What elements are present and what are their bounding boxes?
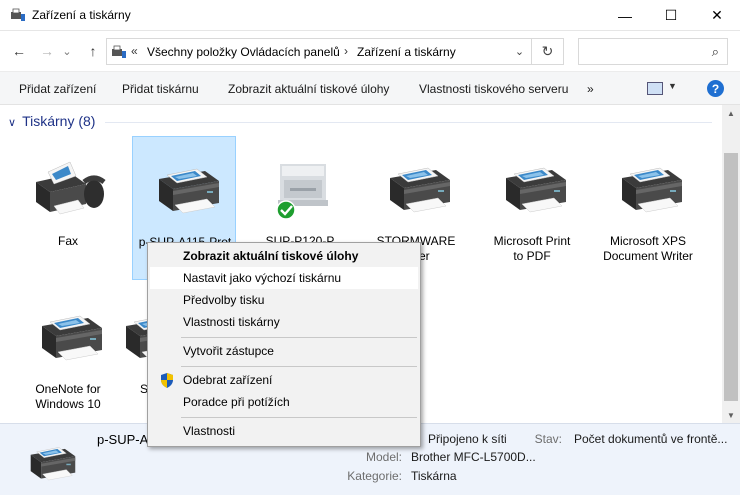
minimize-button[interactable]: — [602,0,648,31]
printer-icon [492,150,572,220]
device-label: Microsoft Print to PDF [493,234,571,263]
state-label: Stav: [534,432,562,446]
command-bar: Přidat zařízení Přidat tiskárnu Zobrazit… [0,71,740,105]
address-dropdown-button[interactable]: ⌄ [507,38,532,65]
help-button[interactable]: ? [707,80,724,97]
vertical-scrollbar[interactable]: ▲ ▼ [722,105,740,423]
maximize-icon: ☐ [664,7,678,23]
print-server-properties-button[interactable]: Vlastnosti tiskového serveru [419,82,568,96]
group-title: Tiskárny (8) [22,113,96,129]
menu-item-create-shortcut[interactable]: Vytvořit zástupce [150,340,418,362]
device-microsoft-print-to-pdf[interactable]: Microsoft Print to PDF [480,136,584,280]
chevron-up-icon: ▲ [727,108,735,118]
address-bar: ← → ⌄ ↑ « Všechny položky Ovládacích pan… [0,31,740,71]
printers-group-header[interactable]: ∨ Tiskárny (8) [8,113,95,129]
menu-separator [181,337,417,338]
change-view-icon[interactable] [647,82,663,95]
arrow-right-icon: → [40,43,54,59]
device-fax[interactable]: Fax [16,136,120,280]
more-commands-button[interactable]: » [587,82,594,96]
menu-item-remove-device[interactable]: Odebrat zařízení [150,369,418,391]
selected-device-name: p-SUP-A [97,432,149,447]
menu-item-set-default-printer[interactable]: Nastavit jako výchozí tiskárnu [150,267,418,289]
model-label: Model: [365,450,402,464]
group-divider [105,122,712,123]
arrow-up-icon: ↑ [89,43,97,59]
printer-icon [376,150,456,220]
control-panel-icon [112,45,126,58]
forward-button[interactable]: → [36,41,58,61]
close-button[interactable]: ✕ [694,0,740,31]
printer-icon [28,298,108,368]
close-icon: ✕ [711,7,723,23]
state-value: Počet dokumentů ve frontě... [574,432,728,446]
address-field[interactable]: « Všechny položky Ovládacích panelů › Za… [106,38,532,65]
menu-item-properties[interactable]: Vlastnosti [150,420,418,442]
breadcrumb-control-panel[interactable]: Všechny položky Ovládacích panelů [147,45,340,59]
scroll-up-button[interactable]: ▲ [722,105,740,121]
chevron-down-icon: ⌄ [62,45,72,58]
model-value: Brother MFC-L5700D... [411,450,536,464]
breadcrumb-separator[interactable]: › [344,44,348,58]
scroll-down-button[interactable]: ▼ [722,407,740,423]
view-options-dropdown[interactable]: ▼ [668,81,677,91]
menu-separator [181,366,417,367]
back-button[interactable]: ← [8,41,30,61]
title-bar: Zařízení a tiskárny — ☐ ✕ [0,0,740,31]
up-button[interactable]: ↑ [82,41,104,61]
chevron-down-icon: ⌄ [514,46,525,58]
refresh-button[interactable]: ↻ [532,38,564,65]
recent-locations-button[interactable]: ⌄ [60,41,74,61]
arrow-left-icon: ← [12,43,26,59]
printer-icon [145,151,225,221]
see-print-jobs-button[interactable]: Zobrazit aktuální tiskové úlohy [228,82,389,96]
collapse-icon: ∨ [8,117,17,129]
printer-icon [608,150,688,220]
chevron-down-icon: ▼ [727,410,735,420]
default-printer-icon [276,164,328,220]
menu-item-troubleshoot[interactable]: Poradce při potížích [150,391,418,413]
search-box[interactable]: ⌕ [578,38,728,65]
uac-shield-icon [161,373,173,388]
breadcrumb-devices-and-printers[interactable]: Zařízení a tiskárny [357,45,456,59]
scrollbar-thumb[interactable] [724,153,738,401]
device-microsoft-xps[interactable]: Microsoft XPS Document Writer [596,136,700,280]
category-label: Kategorie: [347,469,402,483]
connection-status: Připojeno k síti [428,432,507,446]
breadcrumb-overflow[interactable]: « [131,44,138,58]
add-device-button[interactable]: Přidat zařízení [19,82,96,96]
fax-icon [28,150,108,220]
menu-item-printing-preferences[interactable]: Předvolby tisku [150,289,418,311]
printer-icon [20,434,80,486]
maximize-button[interactable]: ☐ [648,0,694,31]
menu-item-printer-properties[interactable]: Vlastnosti tiskárny [150,311,418,333]
devices-and-printers-icon [11,8,25,21]
category-value: Tiskárna [411,469,457,483]
device-label: Microsoft XPS Document Writer [603,234,693,263]
menu-separator [181,417,417,418]
minimize-icon: — [618,7,632,24]
search-icon[interactable]: ⌕ [712,44,719,60]
refresh-icon: ↻ [541,43,554,59]
device-label: Fax [57,234,78,248]
menu-item-see-print-jobs[interactable]: Zobrazit aktuální tiskové úlohy [150,245,418,267]
window-title: Zařízení a tiskárny [32,8,131,22]
add-printer-button[interactable]: Přidat tiskárnu [122,82,199,96]
context-menu: Zobrazit aktuální tiskové úlohy Nastavit… [147,242,421,447]
